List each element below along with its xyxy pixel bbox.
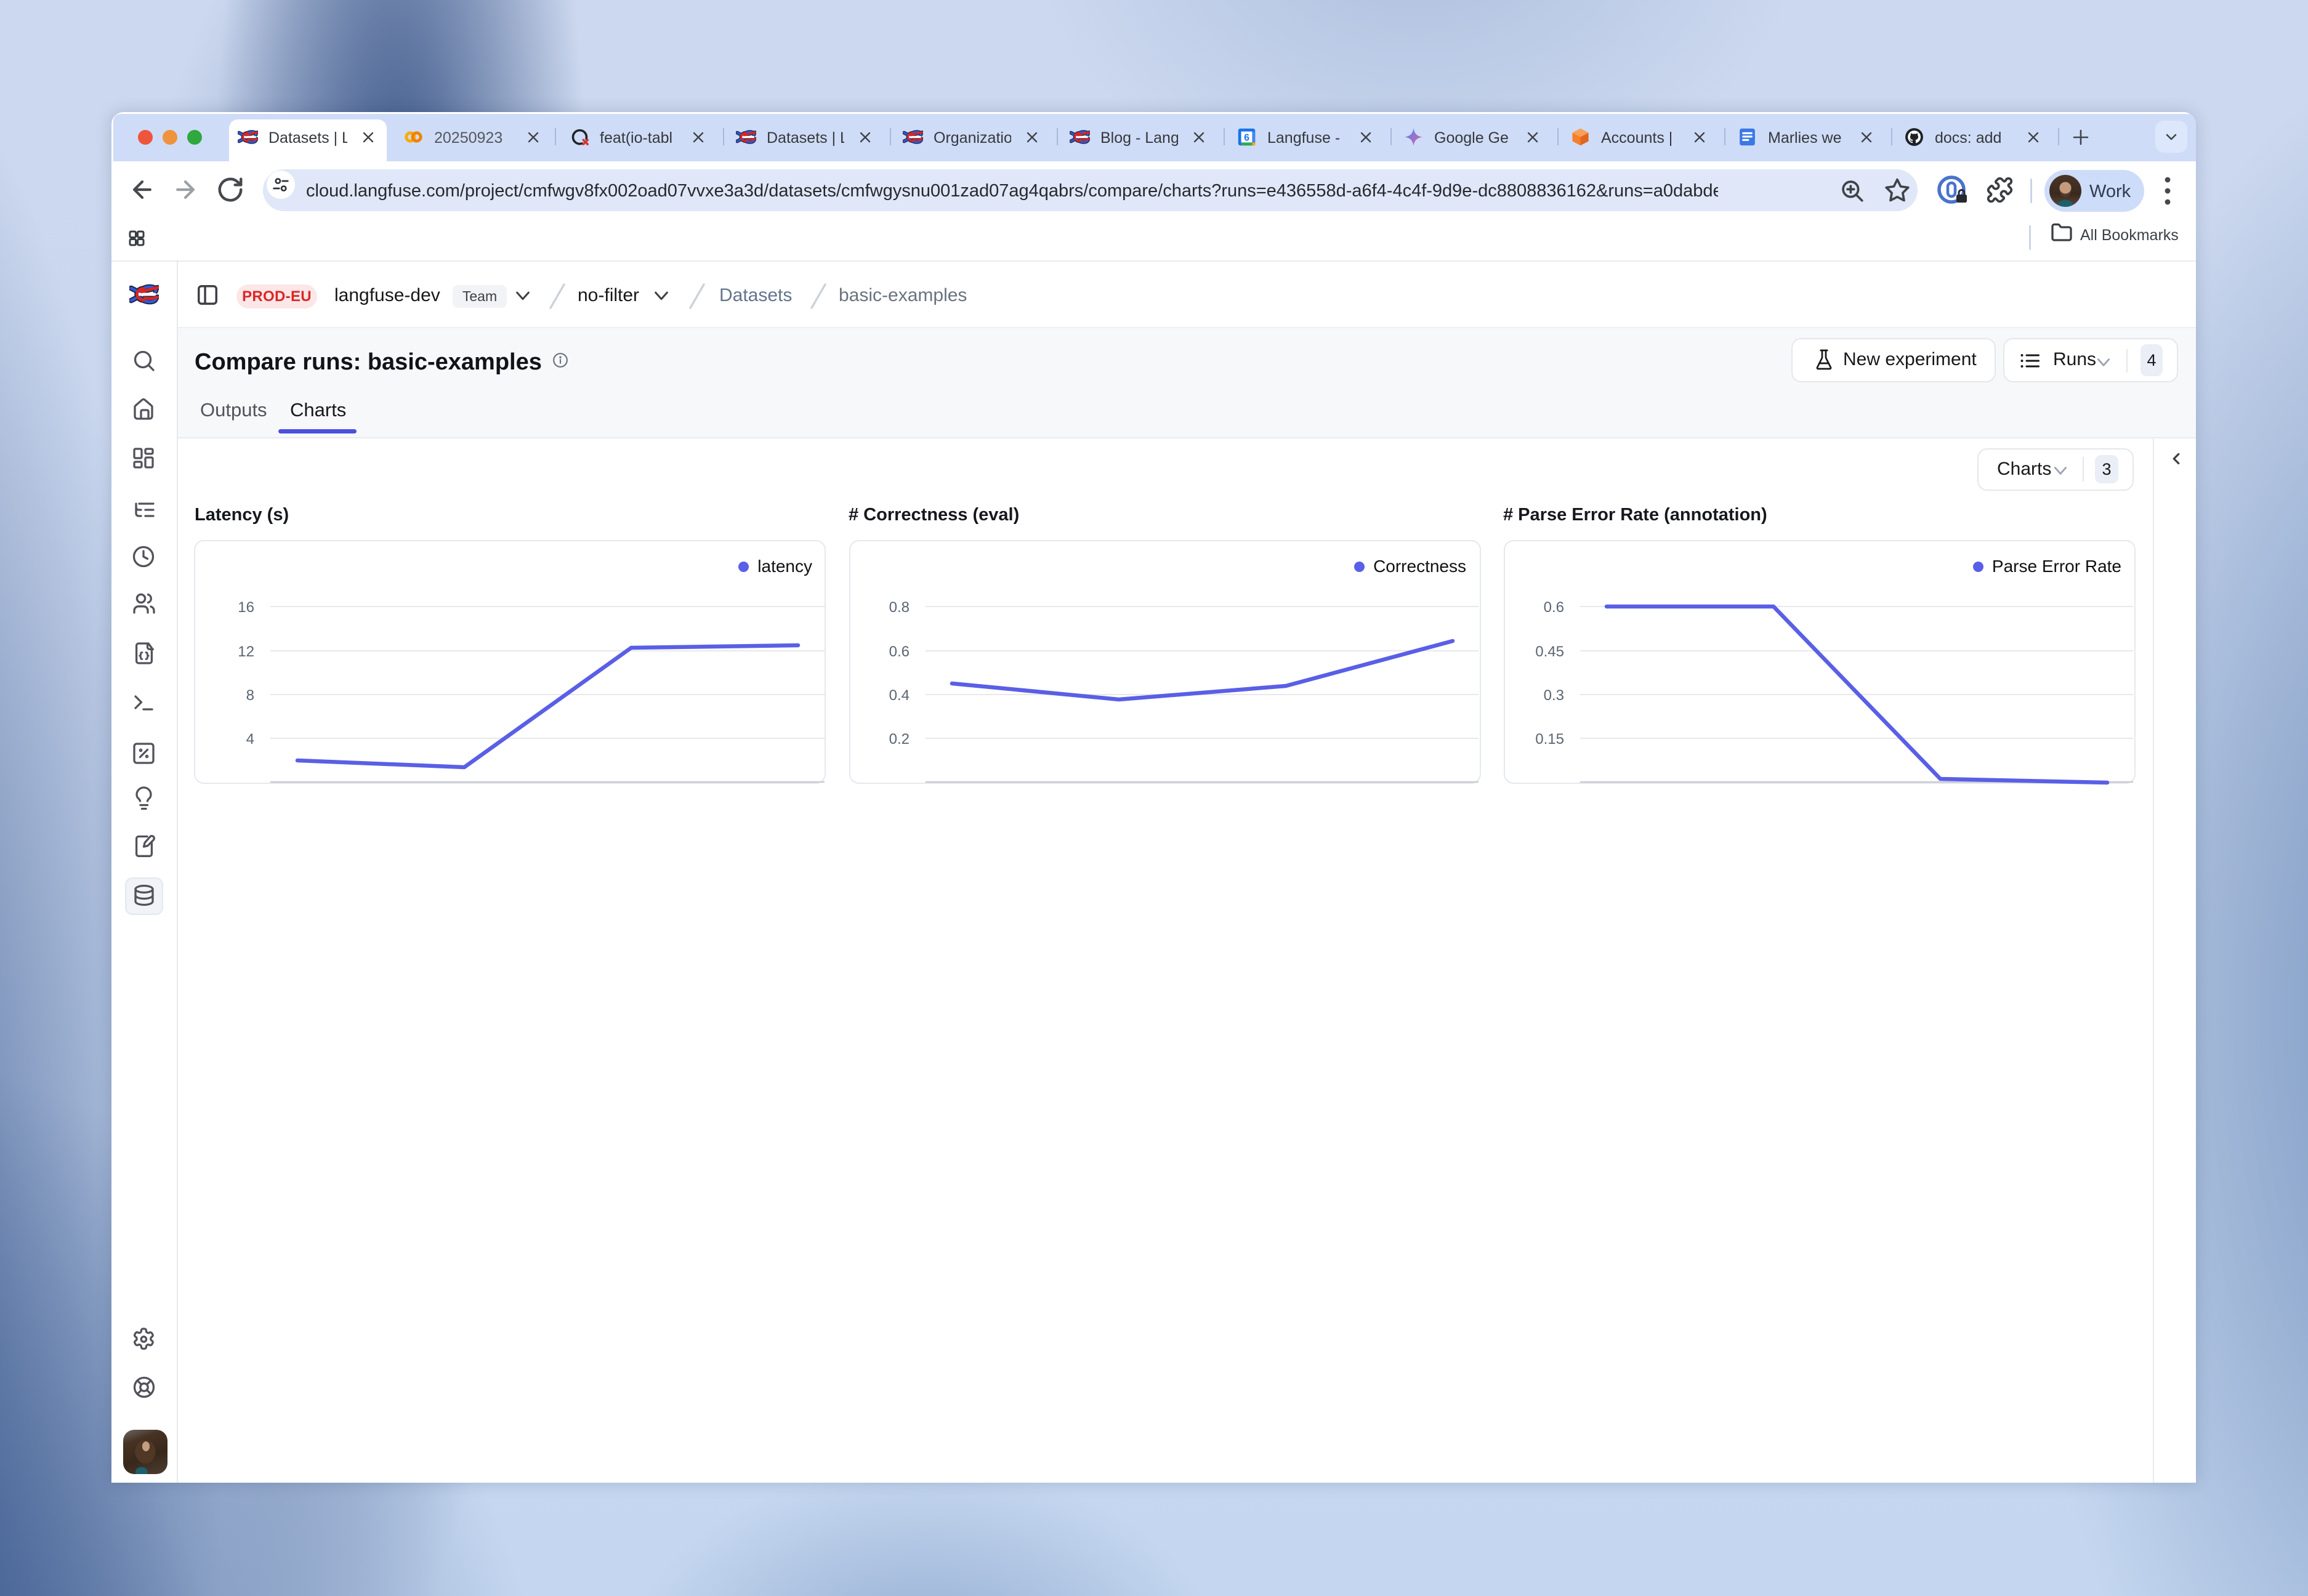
- svg-text:12: 12: [238, 643, 254, 660]
- svg-text:0.15: 0.15: [1535, 731, 1564, 748]
- svg-text:4: 4: [246, 731, 254, 748]
- svg-text:0.4: 0.4: [889, 687, 910, 704]
- svg-text:0.3: 0.3: [1544, 687, 1564, 704]
- svg-text:0.45: 0.45: [1535, 643, 1564, 660]
- svg-text:0.2: 0.2: [889, 731, 910, 748]
- svg-text:0.8: 0.8: [889, 599, 910, 616]
- svg-text:8: 8: [246, 687, 254, 704]
- svg-text:0.6: 0.6: [889, 643, 910, 660]
- svg-text:0.6: 0.6: [1544, 599, 1564, 616]
- svg-text:16: 16: [238, 599, 254, 616]
